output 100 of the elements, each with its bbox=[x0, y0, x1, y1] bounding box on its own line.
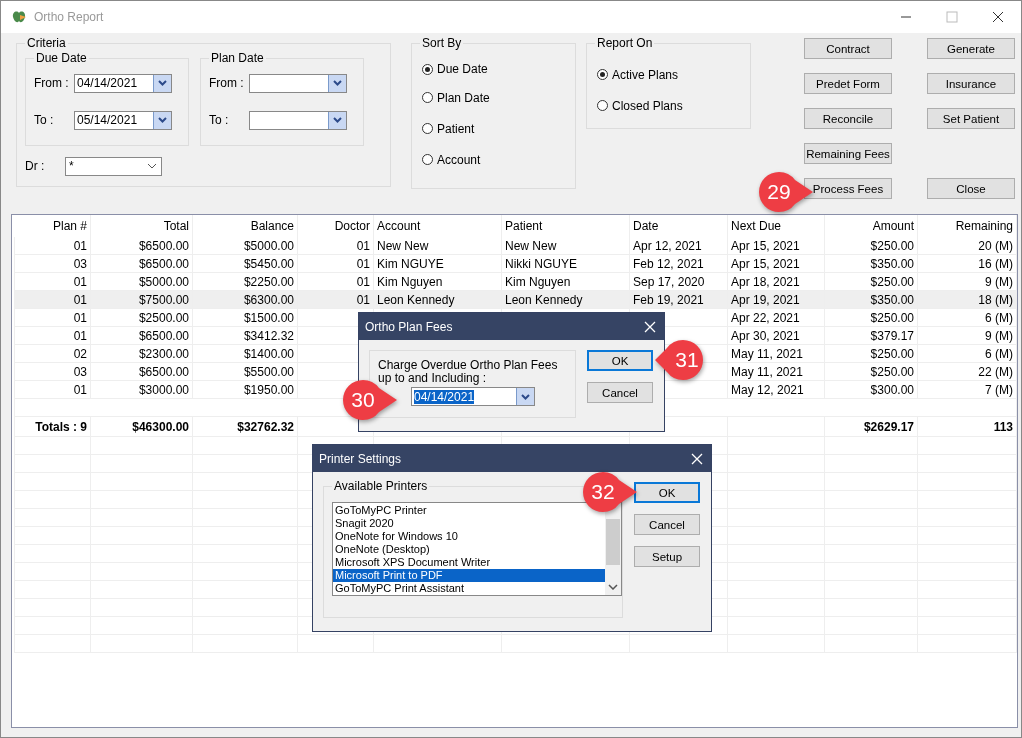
date-field[interactable]: 04/14/2021 bbox=[74, 73, 172, 93]
table-cell: 01 bbox=[356, 292, 370, 307]
table-row[interactable]: 03 $6500.00 $5450.00 01 Kim NGUYE Nikki NGUYE Feb 12, 2021 Apr 15, 2021 $350.00 16 (M) bbox=[14, 254, 1017, 273]
action-button[interactable]: Process Fees bbox=[804, 178, 892, 199]
table-cell: $6500.00 bbox=[138, 256, 189, 271]
dialog-button[interactable]: Cancel bbox=[587, 382, 653, 403]
action-button[interactable]: Predet Form bbox=[804, 73, 892, 94]
radio-label[interactable]: Plan Date bbox=[437, 90, 490, 105]
table-row[interactable]: 01 $6500.00 $5000.00 01 New New New New Apr 12, 2021 Apr 15, 2021 $250.00 20 (M) bbox=[14, 237, 1017, 255]
table-cell: $2300.00 bbox=[138, 346, 189, 361]
printer-item[interactable]: Microsoft Print to PDF bbox=[333, 569, 605, 582]
dropdown-button[interactable] bbox=[328, 111, 346, 129]
column-header[interactable]: Balance bbox=[192, 215, 298, 237]
radio-button[interactable] bbox=[422, 92, 433, 103]
table-cell: 03 bbox=[73, 256, 87, 271]
table-cell: 01 bbox=[356, 256, 370, 271]
column-header[interactable]: Next Due bbox=[727, 215, 825, 237]
table-cell: May 12, 2021 bbox=[731, 382, 804, 397]
date-field[interactable]: 05/14/2021 bbox=[74, 110, 172, 130]
table-cell: 01 bbox=[356, 274, 370, 289]
table-cell: 20 (M) bbox=[978, 238, 1013, 253]
close-icon[interactable] bbox=[644, 320, 656, 333]
column-header[interactable]: Total bbox=[90, 215, 193, 237]
radio-label[interactable]: Patient bbox=[437, 121, 475, 136]
column-header[interactable]: Plan # bbox=[14, 215, 91, 237]
action-button[interactable]: Generate bbox=[927, 38, 1015, 59]
date-field[interactable] bbox=[249, 110, 347, 130]
table-cell: 02 bbox=[73, 346, 87, 361]
table-cell: Leon Kennedy bbox=[505, 292, 583, 307]
table-cell: Kim Nguyen bbox=[377, 274, 443, 289]
column-header[interactable]: Date bbox=[629, 215, 728, 237]
table-cell: 01 bbox=[73, 382, 87, 397]
action-button[interactable]: Close bbox=[927, 178, 1015, 199]
dropdown-button[interactable] bbox=[153, 111, 171, 129]
column-header[interactable]: Remaining bbox=[917, 215, 1017, 237]
column-header[interactable]: Doctor bbox=[297, 215, 374, 237]
printer-item[interactable]: OneNote (Desktop) bbox=[333, 543, 432, 556]
dialog-button[interactable]: OK bbox=[634, 482, 700, 503]
table-cell: $350.00 bbox=[870, 256, 914, 271]
dropdown-button[interactable] bbox=[153, 74, 171, 92]
action-button[interactable]: Set Patient bbox=[927, 108, 1015, 129]
total-cell: $2629.17 bbox=[863, 419, 914, 434]
action-button[interactable]: Remaining Fees bbox=[804, 143, 892, 164]
dropdown-button[interactable] bbox=[328, 74, 346, 92]
table-cell: $2250.00 bbox=[243, 274, 294, 289]
radio-label[interactable]: Closed Plans bbox=[612, 98, 683, 113]
radio-label[interactable]: Account bbox=[437, 152, 481, 167]
dropdown-button[interactable] bbox=[516, 388, 534, 405]
chevron-down-icon bbox=[333, 80, 342, 86]
radio-button[interactable] bbox=[422, 123, 433, 134]
action-button[interactable]: Insurance bbox=[927, 73, 1015, 94]
radio-button[interactable] bbox=[422, 63, 433, 75]
radio-label[interactable]: Due Date bbox=[437, 62, 488, 76]
radio-button[interactable] bbox=[422, 154, 433, 165]
table-cell: 16 (M) bbox=[978, 256, 1013, 271]
column-header[interactable]: Account bbox=[373, 215, 502, 237]
table-cell: Apr 22, 2021 bbox=[731, 310, 800, 325]
action-button[interactable]: Reconcile bbox=[804, 108, 892, 129]
dialog-button[interactable]: OK bbox=[587, 350, 653, 371]
close-icon[interactable] bbox=[691, 452, 703, 465]
date-field[interactable] bbox=[249, 73, 347, 93]
chevron-down-icon bbox=[158, 80, 167, 86]
date-field[interactable]: 04/14/2021 bbox=[411, 387, 535, 406]
table-row[interactable]: 01 $5000.00 $2250.00 01 Kim Nguyen Kim Nguyen Sep 17, 2020 Apr 18, 2021 $250.00 9 (M) bbox=[14, 272, 1017, 291]
chevron-down-icon[interactable] bbox=[608, 584, 618, 590]
radio-button[interactable] bbox=[597, 69, 608, 80]
printer-item[interactable]: Microsoft XPS Document Writer bbox=[333, 556, 493, 569]
printer-item[interactable]: GoToMyPC Printer bbox=[333, 504, 429, 517]
table-cell: $5000.00 bbox=[138, 274, 189, 289]
table-cell: $6500.00 bbox=[138, 364, 189, 379]
dialog-button[interactable]: Setup bbox=[634, 546, 700, 567]
printer-item[interactable]: Snagit 2020 bbox=[333, 517, 396, 530]
table-cell: $5450.00 bbox=[243, 256, 294, 271]
table-cell: Apr 19, 2021 bbox=[731, 292, 800, 307]
table-cell: 01 bbox=[73, 238, 87, 253]
chevron-down-icon bbox=[147, 163, 157, 169]
table-cell: $300.00 bbox=[870, 382, 914, 397]
table-cell: 01 bbox=[73, 310, 87, 325]
table-cell: $250.00 bbox=[870, 238, 914, 253]
table-cell: 6 (M) bbox=[985, 310, 1013, 325]
field-label: To : bbox=[209, 113, 230, 127]
scrollbar[interactable] bbox=[605, 503, 621, 595]
column-header[interactable]: Patient bbox=[501, 215, 630, 237]
group-title: Report On bbox=[595, 36, 655, 50]
printer-item[interactable]: OneNote for Windows 10 bbox=[333, 530, 460, 543]
group-title: Criteria bbox=[25, 36, 68, 50]
doctor-dropdown[interactable]: * bbox=[65, 156, 162, 176]
table-cell: $3000.00 bbox=[138, 382, 189, 397]
table-cell: 03 bbox=[73, 364, 87, 379]
dialog-button[interactable]: Cancel bbox=[634, 514, 700, 535]
table-row[interactable]: 01 $7500.00 $6300.00 01 Leon Kennedy Leon Kennedy Feb 19, 2021 Apr 19, 2021 $350.00 18 (M) bbox=[14, 290, 1017, 309]
radio-label[interactable]: Active Plans bbox=[612, 67, 679, 82]
column-header[interactable]: Amount bbox=[824, 215, 918, 237]
radio-button[interactable] bbox=[597, 100, 608, 111]
table-cell: 01 bbox=[73, 328, 87, 343]
table-cell: $250.00 bbox=[870, 346, 914, 361]
tooth-icon bbox=[11, 9, 27, 25]
printer-item[interactable]: GoToMyPC Print Assistant bbox=[333, 582, 466, 595]
table-cell: Kim NGUYE bbox=[377, 256, 444, 271]
action-button[interactable]: Contract bbox=[804, 38, 892, 59]
